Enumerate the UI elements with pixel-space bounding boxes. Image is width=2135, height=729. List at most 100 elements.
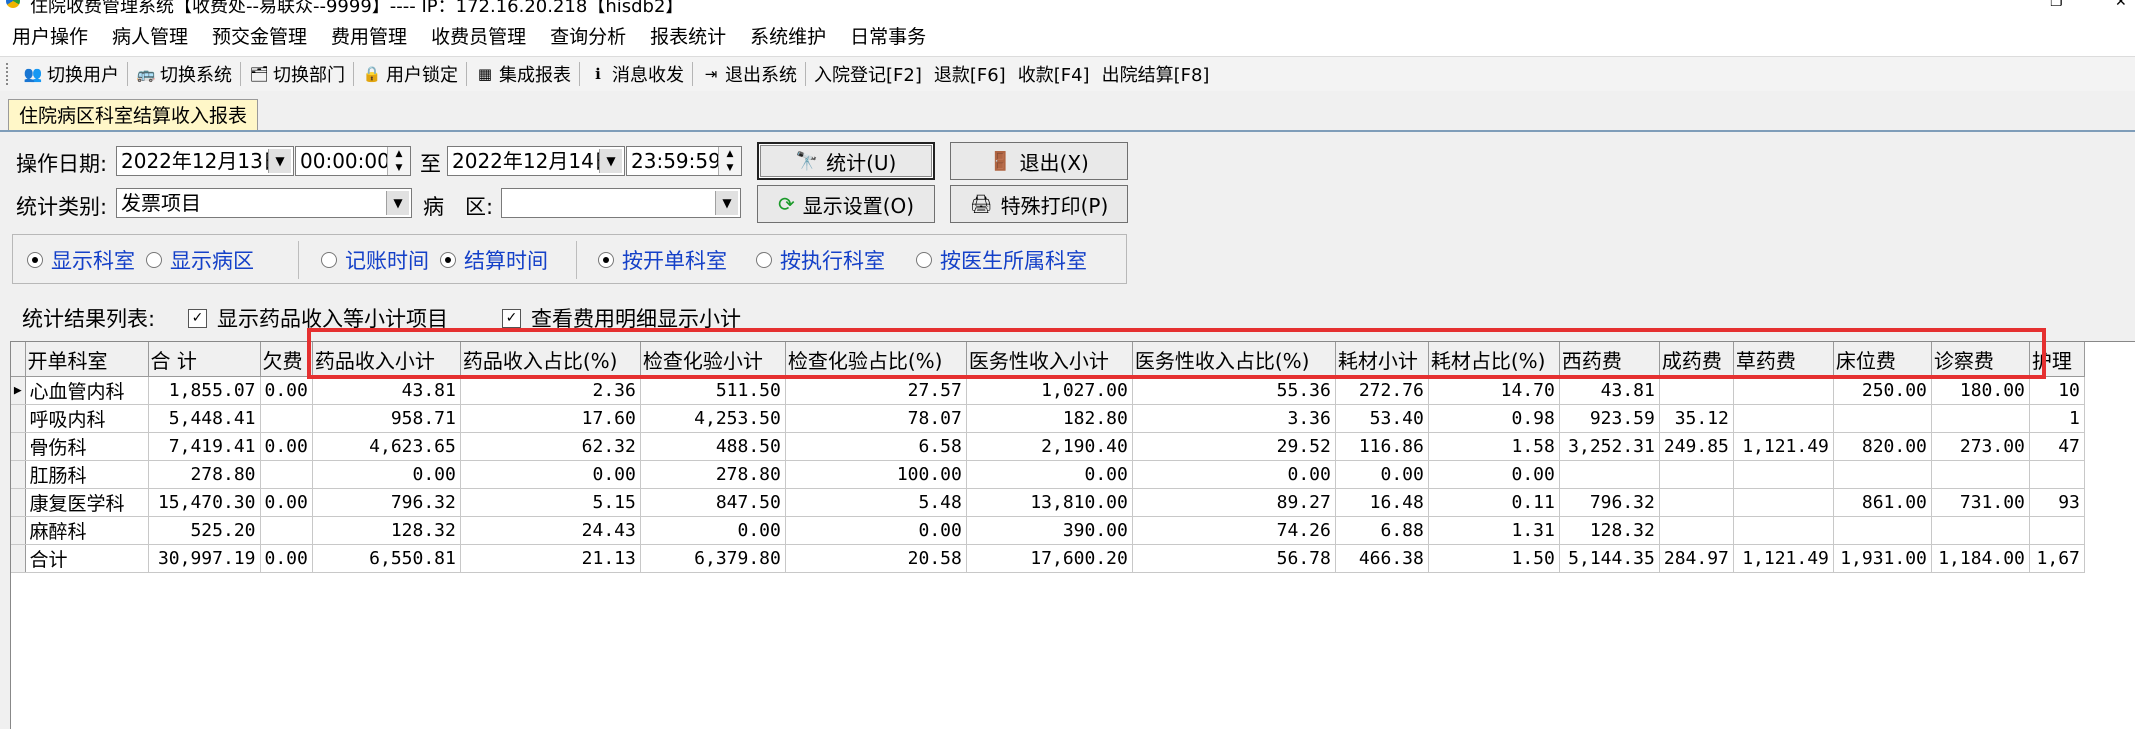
menu-item[interactable]: 预交金管理 (200, 22, 319, 49)
options-group: 显示科室 显示病区 记账时间 结算时间 按开单科室 按执行科室 按医生所属科室 (12, 234, 1127, 284)
column-header[interactable]: 耗材占比(%) (1428, 342, 1560, 377)
menu-item[interactable]: 系统维护 (738, 22, 838, 49)
column-header[interactable]: 检查化验小计 (640, 342, 786, 377)
table-row[interactable]: 合计 30,997.19 0.00 6,550.81 21.13 6,379.80 20.5… (11, 544, 2085, 573)
toolbar-button[interactable]: 退款[F6] (928, 59, 1012, 89)
exit-icon: ⇥ (704, 65, 718, 83)
menu-item[interactable]: 用户操作 (0, 22, 100, 49)
table-cell (260, 404, 313, 433)
radio-option[interactable]: 显示科室 (27, 245, 135, 275)
toolbar-button[interactable]: 收款[F4] (1012, 59, 1096, 89)
row-indicator (11, 516, 26, 545)
column-header[interactable]: 医务性收入占比(%) (1132, 342, 1336, 377)
column-header[interactable]: 欠费 (260, 342, 313, 377)
menu-item[interactable]: 查询分析 (538, 22, 638, 49)
column-header[interactable]: 床位费 (1833, 342, 1932, 377)
end-date-dropdown-icon[interactable]: ▼ (599, 149, 622, 173)
show-detail-subtotal-checkbox[interactable]: ✓ 查看费用明细显示小计 (502, 303, 741, 333)
table-cell: 100.00 (785, 460, 967, 489)
start-date-dropdown-icon[interactable]: ▼ (268, 149, 291, 173)
display-settings-button[interactable]: ⟳ 显示设置(O) (757, 185, 935, 223)
table-row[interactable]: ▶ 心血管内科 1,855.07 0.00 43.81 2.36 511.50 27.57 1,… (11, 376, 2085, 405)
table-cell: 0.00 (785, 516, 967, 545)
table-row[interactable]: 麻醉科 525.20 128.32 24.43 0.00 0.00 390.00 74.26 6… (11, 516, 2085, 545)
radio-option[interactable]: 记账时间 (321, 245, 429, 275)
category-dropdown-icon[interactable]: ▼ (386, 191, 409, 215)
column-header[interactable]: 耗材小计 (1335, 342, 1429, 377)
table-row[interactable]: 呼吸内科 5,448.41 958.71 17.60 4,253.50 78.07 182.… (11, 404, 2085, 433)
end-time-spinner[interactable]: 23:59:59 ▲ ▼ (626, 146, 742, 176)
toolbar-button[interactable]: ℹ 消息收发 (582, 59, 690, 89)
table-cell: 74.26 (1132, 516, 1336, 545)
start-time-spinner[interactable]: 00:00:00 ▲ ▼ (295, 146, 411, 176)
menu-item[interactable]: 日常事务 (838, 22, 938, 49)
end-date-value: 2022年12月14日 (452, 149, 614, 173)
column-header[interactable]: 医务性收入小计 (966, 342, 1133, 377)
exit-button[interactable]: 🚪 退出(X) (950, 142, 1128, 180)
table-cell (1733, 404, 1834, 433)
toolbar-button-label: 用户锁定 (386, 65, 458, 86)
start-time-spin-icon[interactable]: ▲ ▼ (387, 147, 410, 175)
radio-option[interactable]: 按执行科室 (756, 245, 885, 275)
ward-dropdown-icon[interactable]: ▼ (715, 191, 738, 215)
table-row[interactable]: 康复医学科 15,470.30 0.00 796.32 5.15 847.50 5.48 13… (11, 488, 2085, 517)
toolbar-button[interactable]: 👥 切换用户 (17, 59, 125, 89)
menu-item[interactable]: 收费员管理 (419, 22, 538, 49)
column-header[interactable]: 药品收入占比(%) (460, 342, 641, 377)
menu-item[interactable]: 报表统计 (638, 22, 738, 49)
radio-option[interactable]: 结算时间 (440, 245, 548, 275)
tab-ward-dept-income-report[interactable]: 住院病区科室结算收入报表 (8, 99, 259, 132)
table-cell: 1,855.07 (148, 376, 261, 405)
column-header[interactable]: 药品收入小计 (312, 342, 461, 377)
options-divider (576, 241, 577, 279)
column-header[interactable]: 草药费 (1733, 342, 1834, 377)
column-header[interactable]: 成药费 (1659, 342, 1734, 377)
toolbar-button[interactable]: 入院登记[F2] (808, 59, 928, 89)
table-cell (1833, 404, 1932, 433)
toolbar-button[interactable]: ⇥ 退出系统 (695, 59, 803, 89)
toolbar-button[interactable]: 🗂 切换部门 (243, 59, 351, 89)
radio-option[interactable]: 按开单科室 (598, 245, 727, 275)
column-header[interactable]: 合 计 (148, 342, 261, 377)
menu-item[interactable]: 费用管理 (319, 22, 419, 49)
close-window-icon[interactable]: ✕ (2115, 0, 2127, 10)
table-cell: 1,184.00 (1931, 544, 2030, 573)
column-header[interactable]: 开单科室 (25, 342, 149, 377)
start-date-picker[interactable]: 2022年12月13日 ▼ (116, 146, 294, 176)
toolbar-button[interactable]: 🔒 用户锁定 (356, 59, 464, 89)
toolbar-button[interactable]: 出院结算[F8] (1096, 59, 1216, 89)
show-drug-subtotal-checkbox[interactable]: ✓ 显示药品收入等小计项目 (188, 303, 448, 333)
printer-icon: 🖨 (969, 193, 993, 215)
radio-option[interactable]: 显示病区 (146, 245, 254, 275)
category-select[interactable]: 发票项目 ▼ (116, 188, 412, 218)
column-header[interactable]: 检查化验占比(%) (785, 342, 967, 377)
income-report-grid[interactable]: 开单科室合 计欠费 药品收入小计 药品收入占比(%) 检查化验小计 检查化验占比(%) 医… (10, 341, 2135, 729)
toolbar-button-label: 切换系统 (160, 65, 232, 86)
column-header[interactable]: 护理 (2029, 342, 2085, 377)
table-cell: 骨伤科 (25, 432, 149, 461)
table-cell: 278.80 (148, 460, 261, 489)
ward-select[interactable]: ▼ (501, 188, 741, 218)
department-icon: 🗂 (249, 65, 269, 83)
column-header[interactable]: 诊察费 (1931, 342, 2030, 377)
table-row[interactable]: 肛肠科 278.80 0.00 0.00 278.80 100.00 0.00 0.00 0.0… (11, 460, 2085, 489)
menu-item[interactable]: 病人管理 (100, 22, 200, 49)
table-cell: 5.15 (460, 488, 641, 517)
switch-system-icon: 🚌 (136, 65, 156, 83)
toolbar-button[interactable]: ▦ 集成报表 (469, 59, 577, 89)
stat-button[interactable]: 🔭 统计(U) (757, 142, 935, 180)
table-cell (1733, 460, 1834, 489)
table-cell: 0.00 (260, 544, 313, 573)
table-row[interactable]: 骨伤科 7,419.41 0.00 4,623.65 62.32 488.50 6.58 2,… (11, 432, 2085, 461)
end-date-picker[interactable]: 2022年12月14日 ▼ (447, 146, 625, 176)
table-cell: 62.32 (460, 432, 641, 461)
special-print-button[interactable]: 🖨 特殊打印(P) (950, 185, 1128, 223)
radio-option[interactable]: 按医生所属科室 (916, 245, 1087, 275)
table-cell (1559, 460, 1660, 489)
toolbar-button[interactable]: 🚌 切换系统 (130, 59, 238, 89)
table-cell: 肛肠科 (25, 460, 149, 489)
table-cell: 847.50 (640, 488, 786, 517)
end-time-spin-icon[interactable]: ▲ ▼ (718, 147, 741, 175)
restore-window-icon[interactable]: ❐ (2050, 0, 2063, 10)
column-header[interactable]: 西药费 (1559, 342, 1660, 377)
